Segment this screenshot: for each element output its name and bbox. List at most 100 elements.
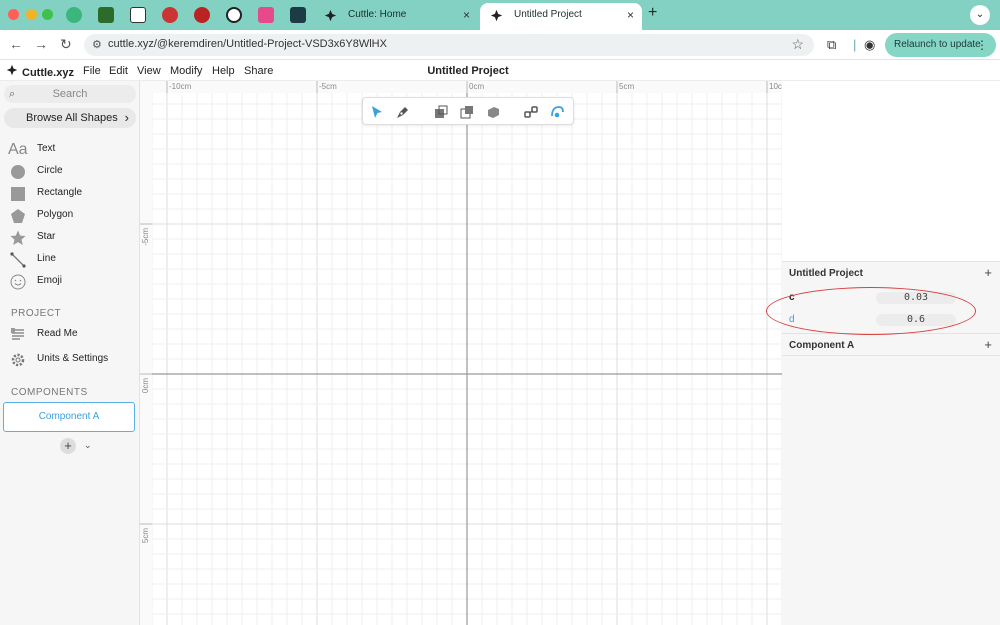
param-value-c[interactable]: 0.03: [876, 292, 956, 304]
project-item-label: Units & Settings: [37, 353, 109, 364]
ruler-x-label: 5cm: [619, 82, 634, 91]
shape-star[interactable]: Star: [8, 227, 136, 247]
shape-emoji[interactable]: Emoji: [8, 271, 136, 291]
send-backward-icon[interactable]: [459, 104, 475, 120]
project-title[interactable]: Untitled Project: [0, 65, 936, 77]
component-a-item[interactable]: Component A: [3, 402, 135, 432]
close-tab-icon[interactable]: ×: [627, 3, 634, 27]
tab-untitled-project[interactable]: Untitled Project ×: [480, 3, 642, 30]
pinned-tab-icon[interactable]: [66, 7, 82, 23]
new-tab-button[interactable]: +: [648, 4, 657, 22]
pinned-tab-icon[interactable]: [258, 7, 274, 23]
browser-tab-strip: Cuttle: Home × Untitled Project × + ⌄: [0, 0, 1000, 30]
ruler-x-label: -5cm: [319, 82, 337, 91]
browse-label: Browse All Shapes: [26, 112, 118, 124]
param-name-c[interactable]: c: [789, 292, 795, 303]
right-panel-blank: [782, 81, 1000, 261]
add-component-param-button[interactable]: +: [984, 337, 992, 352]
readme-icon: [11, 328, 24, 340]
pinned-tab-icon[interactable]: [226, 7, 242, 23]
shape-label: Text: [37, 143, 56, 154]
param-value-d[interactable]: 0.6: [876, 314, 956, 326]
divider: [782, 333, 1000, 334]
close-window-button[interactable]: [8, 9, 19, 20]
site-settings-icon[interactable]: ⚙: [92, 38, 102, 51]
shape-label: Circle: [37, 165, 63, 176]
shape-label: Line: [37, 253, 56, 264]
url-field[interactable]: ⚙ cuttle.xyz/@keremdiren/Untitled-Projec…: [84, 34, 814, 56]
param-name-d[interactable]: d: [789, 314, 795, 325]
address-bar-row: ← → ↻ ⚙ cuttle.xyz/@keremdiren/Untitled-…: [0, 30, 1000, 60]
shape-text[interactable]: Aa Text: [8, 139, 136, 159]
browser-menu-icon[interactable]: ⋮: [976, 33, 988, 57]
shape-polygon[interactable]: Polygon: [8, 205, 136, 225]
shape-label: Polygon: [37, 209, 74, 220]
tab-cuttle-home[interactable]: Cuttle: Home ×: [314, 3, 478, 30]
shape-line[interactable]: Line: [8, 249, 136, 269]
pinned-tab-icon[interactable]: [98, 7, 114, 23]
divider: [782, 261, 1000, 262]
cuttle-logo-icon: [324, 9, 337, 22]
gear-icon: [11, 353, 25, 367]
parameters-project-title: Untitled Project: [789, 268, 863, 279]
close-tab-icon[interactable]: ×: [463, 3, 470, 27]
ruler-x-label: 0cm: [469, 82, 484, 91]
left-sidebar: ⌕ Search Browse All Shapes › Aa Text Cir…: [0, 81, 140, 625]
drawing-canvas[interactable]: -10cm -5cm 0cm 5cm 10cm -5cm 0cm 5cm: [140, 81, 782, 625]
text-icon: Aa: [8, 141, 28, 158]
ruler-x-label: 10cm: [769, 82, 782, 91]
link-icon[interactable]: [523, 104, 539, 120]
shape-rectangle[interactable]: Rectangle: [8, 183, 136, 203]
transform-icon[interactable]: [485, 104, 501, 120]
chevron-right-icon: ›: [124, 110, 129, 125]
shape-circle[interactable]: Circle: [8, 161, 136, 181]
right-panel: Untitled Project + c 0.03 d 0.6 Componen…: [782, 81, 1000, 625]
canvas-grid: -10cm -5cm 0cm 5cm 10cm -5cm 0cm 5cm: [140, 81, 782, 625]
star-icon: [10, 230, 26, 245]
ruler-y-label: 5cm: [141, 528, 150, 543]
ruler-x-label: -10cm: [169, 82, 192, 91]
shape-label: Rectangle: [37, 187, 83, 198]
back-icon[interactable]: ←: [9, 36, 23, 52]
tab-label: Untitled Project: [514, 9, 582, 20]
maximize-window-button[interactable]: [42, 9, 53, 20]
minimize-window-button[interactable]: [26, 9, 37, 20]
cuttle-logo-icon: [490, 9, 503, 22]
forward-icon[interactable]: →: [34, 36, 48, 52]
project-section-heading: PROJECT: [11, 308, 62, 319]
shape-label: Emoji: [37, 275, 63, 286]
search-icon: ⌕: [9, 88, 16, 100]
emoji-icon: [10, 274, 26, 290]
project-item-read-me[interactable]: Read Me: [8, 324, 136, 344]
ruler-y-label: 0cm: [141, 378, 150, 393]
tab-label: Cuttle: Home: [348, 9, 407, 20]
project-item-label: Read Me: [37, 328, 78, 339]
profile-icon[interactable]: ◉: [864, 37, 875, 53]
pinned-tab-icon[interactable]: [162, 7, 178, 23]
pinned-tab-icon[interactable]: [194, 7, 210, 23]
reload-icon[interactable]: ↻: [60, 36, 72, 53]
line-icon: [10, 252, 26, 268]
project-item-units-settings[interactable]: Units & Settings: [8, 349, 136, 369]
pinned-tab-icon[interactable]: [290, 7, 306, 23]
modifier-icon[interactable]: [549, 104, 565, 120]
divider-icon: |: [853, 37, 857, 52]
search-input[interactable]: ⌕ Search: [4, 85, 136, 103]
bookmark-star-icon[interactable]: ☆: [791, 36, 804, 53]
circle-icon: [11, 165, 25, 179]
bring-forward-icon[interactable]: [433, 104, 449, 120]
canvas-toolbar: [362, 97, 574, 125]
pinned-tab-icon[interactable]: [130, 7, 146, 23]
add-parameter-button[interactable]: +: [984, 265, 992, 280]
browse-all-shapes-button[interactable]: Browse All Shapes ›: [4, 108, 136, 128]
extensions-icon[interactable]: ⧉: [827, 37, 836, 53]
shape-label: Star: [37, 231, 56, 242]
add-component-button[interactable]: +: [60, 438, 76, 454]
pen-tool-icon[interactable]: [395, 104, 411, 120]
add-component-dropdown-icon[interactable]: ⌄: [84, 440, 92, 451]
select-tool-icon[interactable]: [369, 104, 385, 120]
app-header: Cuttle.xyz File Edit View Modify Help Sh…: [0, 61, 1000, 81]
tab-search-button[interactable]: ⌄: [970, 5, 990, 25]
relaunch-button[interactable]: Relaunch to update ⋮: [885, 33, 996, 57]
components-section-heading: COMPONENTS: [11, 387, 88, 398]
